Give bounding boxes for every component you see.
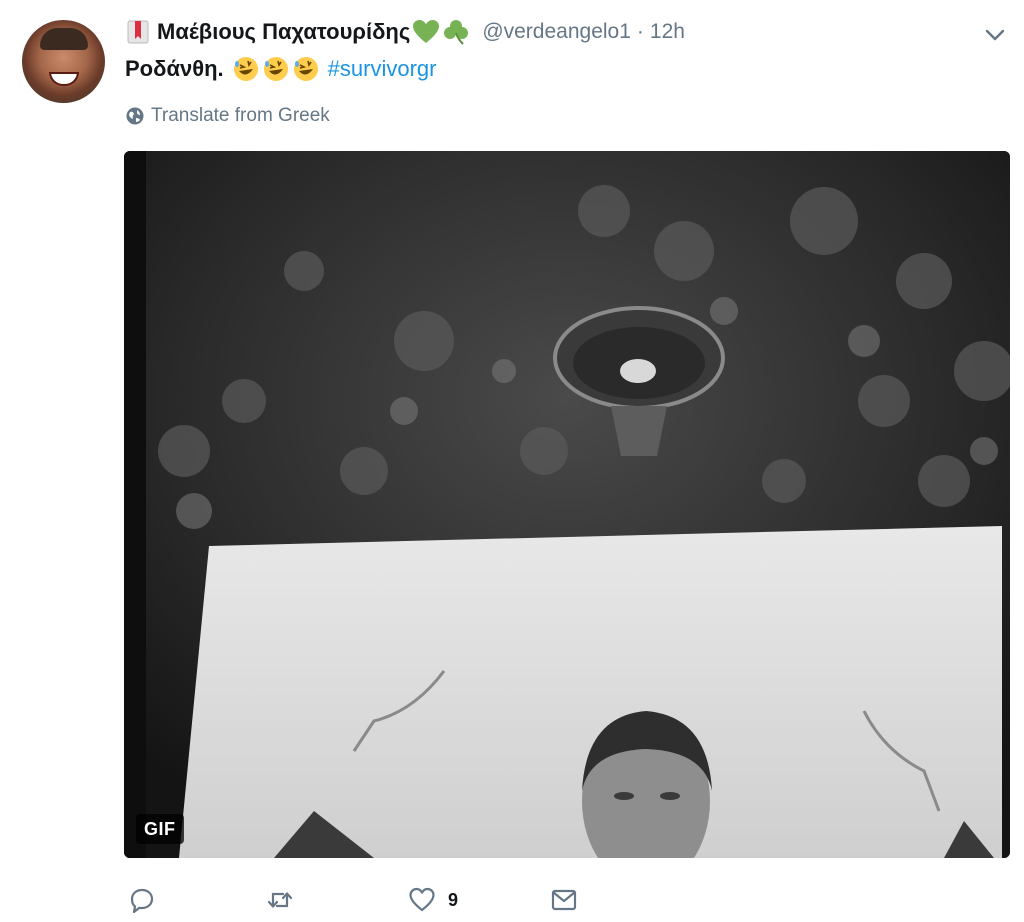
avatar-hair [40, 28, 88, 50]
reply-icon [130, 888, 154, 914]
like-count: 9 [448, 889, 459, 910]
separator-dot: · [636, 20, 644, 43]
rolling-laughing-emoji-icon [293, 57, 318, 81]
bookmark-icon [127, 20, 149, 44]
user-handle[interactable]: @verdeangelo1 [482, 20, 631, 44]
like-icon [409, 887, 435, 912]
reply-button[interactable] [128, 880, 168, 920]
tweet-actions: 9 [128, 880, 928, 920]
like-button[interactable]: 9 [408, 880, 458, 920]
shamrock-icon [444, 20, 469, 45]
globe-icon [126, 107, 144, 125]
rolling-laughing-emoji-icon [233, 57, 258, 81]
tweet-text: Ροδάνθη. #survivorgr [125, 52, 436, 86]
rolling-laughing-emoji-icon [263, 57, 288, 81]
gif-media[interactable]: GIF [124, 151, 1010, 858]
translate-link[interactable]: Translate from Greek [125, 104, 330, 128]
avatar-smile [49, 72, 79, 86]
tweet-body: Ροδάνθη. [125, 56, 224, 81]
avatar[interactable] [22, 20, 105, 103]
gif-badge: GIF [136, 814, 184, 844]
message-button[interactable] [550, 880, 590, 920]
green-heart-icon [413, 20, 440, 43]
retweet-icon [267, 892, 293, 908]
timestamp[interactable]: 12h [650, 20, 685, 44]
message-icon [551, 889, 577, 911]
retweet-button[interactable] [266, 880, 306, 920]
translate-label: Translate from Greek [151, 105, 330, 126]
gif-frame-image [124, 151, 1010, 858]
chevron-down-icon[interactable] [982, 22, 1008, 48]
tweet-header: Μαέβιους Παχατουρίδης @verdeangelo1 · 12… [125, 14, 685, 50]
hashtag-link[interactable]: #survivorgr [328, 56, 437, 82]
display-name[interactable]: Μαέβιους Παχατουρίδης [157, 19, 410, 45]
